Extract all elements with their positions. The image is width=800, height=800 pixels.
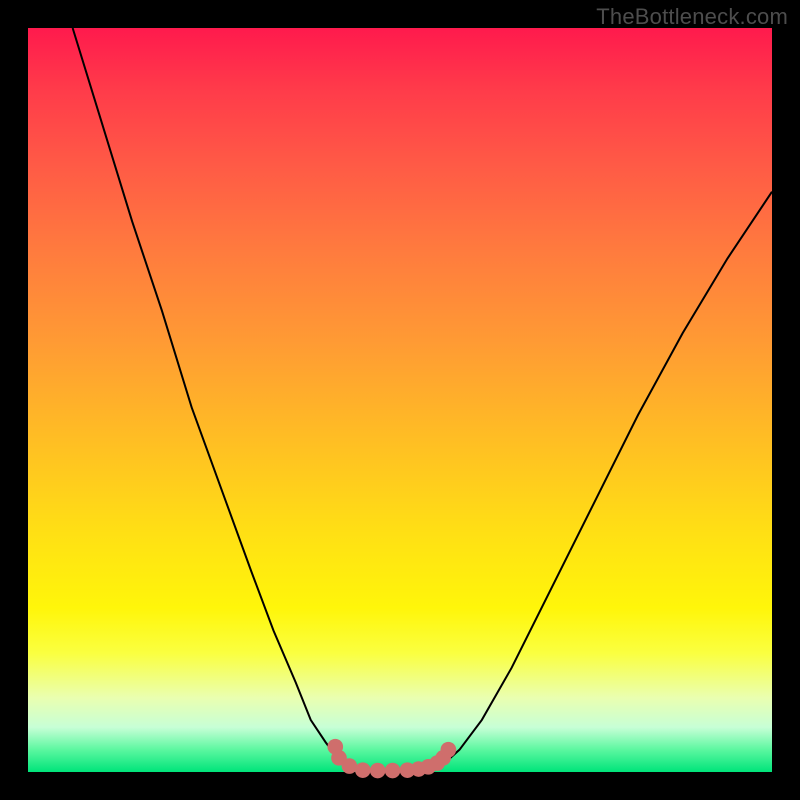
- plot-area: [28, 28, 772, 772]
- valley-marker-dot: [385, 763, 401, 779]
- valley-marker-dot: [370, 763, 386, 779]
- watermark-text: TheBottleneck.com: [596, 4, 788, 30]
- valley-markers: [327, 739, 456, 778]
- valley-marker-dot: [355, 762, 371, 778]
- bottleneck-curve: [73, 28, 772, 771]
- bottleneck-curve-svg: [28, 28, 772, 772]
- valley-marker-dot: [441, 742, 457, 758]
- outer-frame: TheBottleneck.com: [0, 0, 800, 800]
- valley-marker-dot: [342, 758, 358, 774]
